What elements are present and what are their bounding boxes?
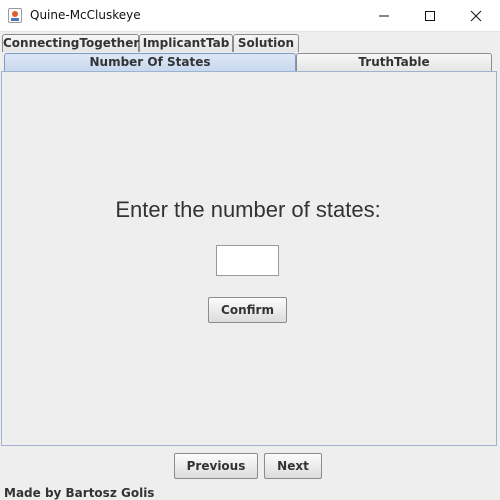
- close-button[interactable]: [453, 0, 499, 31]
- maximize-icon: [425, 11, 435, 21]
- title-bar: Quine-McCluskeye: [0, 0, 500, 32]
- credit-label: Made by Bartosz Golis: [4, 486, 155, 500]
- maximize-button[interactable]: [407, 0, 453, 31]
- minimize-icon: [379, 15, 389, 17]
- java-app-icon: [8, 8, 22, 23]
- tab-number-of-states[interactable]: Number Of States: [4, 53, 296, 72]
- window-title: Quine-McCluskeye: [30, 8, 141, 22]
- tab-connecting-together[interactable]: ConnectingTogether: [2, 34, 139, 52]
- tab-truth-table[interactable]: TruthTable: [296, 53, 492, 71]
- confirm-button[interactable]: Confirm: [208, 297, 287, 323]
- states-input[interactable]: [216, 245, 279, 276]
- minimize-button[interactable]: [361, 0, 407, 31]
- states-prompt: Enter the number of states:: [115, 197, 381, 222]
- tab-implicant[interactable]: ImplicantTab: [139, 34, 233, 52]
- next-button[interactable]: Next: [264, 453, 322, 479]
- tab-solution[interactable]: Solution: [233, 34, 299, 52]
- previous-button[interactable]: Previous: [174, 453, 258, 479]
- close-icon: [470, 10, 482, 22]
